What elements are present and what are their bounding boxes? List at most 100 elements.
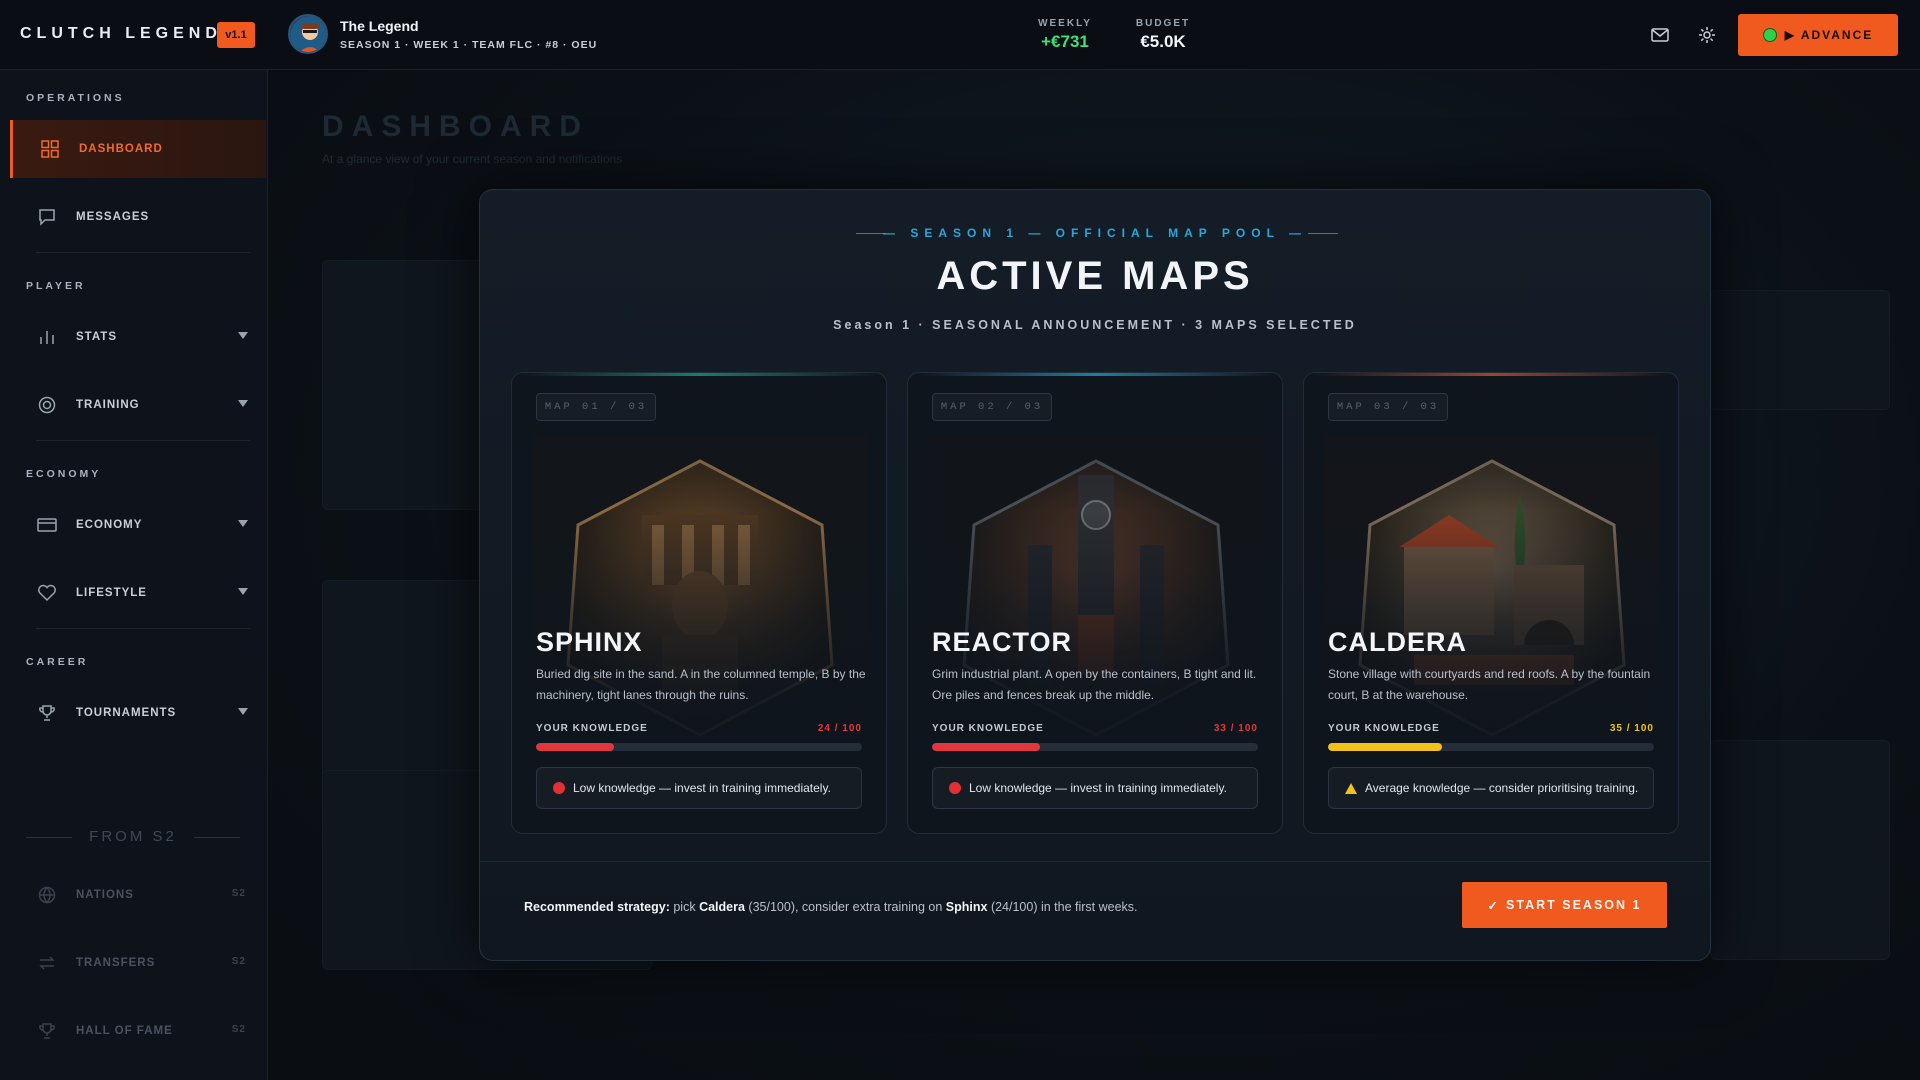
map-card-reactor[interactable]: MAP 02 / 03 REACTOR Grim industrial plan… [907, 372, 1283, 834]
status-dot-icon [1762, 28, 1777, 42]
start-label: START SEASON 1 [1506, 898, 1642, 912]
divider [36, 440, 250, 441]
chevron-down-icon [238, 520, 248, 527]
section-career: CAREER [26, 656, 89, 668]
red-dot-icon [949, 782, 961, 794]
advice-text: Low knowledge — invest in training immed… [969, 781, 1227, 795]
version-badge: v1.1 [217, 22, 255, 48]
chevron-down-icon [238, 708, 248, 715]
knowledge-advice: Low knowledge — invest in training immed… [536, 767, 862, 809]
map-description: Buried dig site in the sand. A in the co… [536, 667, 866, 702]
knowledge-bar-fill [1328, 743, 1443, 751]
knowledge-value: 24 / 100 [817, 723, 862, 734]
avatar[interactable] [288, 14, 328, 54]
weekly-value: +€731 [1041, 32, 1089, 51]
s2-badge: S2 [231, 888, 246, 899]
sidebar-item-label: NATIONS [76, 889, 134, 901]
active-maps-modal: — SEASON 1 — OFFICIAL MAP POOL — ACTIVE … [479, 189, 1711, 961]
sidebar-item-lifestyle[interactable]: LIFESTYLE [10, 564, 266, 622]
knowledge-value: 35 / 100 [1609, 723, 1654, 734]
card-fade [908, 373, 1282, 833]
modal-title: ACTIVE MAPS [936, 254, 1254, 298]
sidebar-item-label: HALL OF FAME [76, 1025, 173, 1037]
knowledge-bar-fill [536, 743, 615, 751]
bg-panel [1710, 290, 1890, 410]
knowledge-bar [536, 743, 862, 751]
bg-page-title: DASHBOARD [322, 110, 589, 143]
bg-page-subtitle: At a glance view of your current season … [322, 152, 623, 166]
map-name: CALDERA [1328, 627, 1467, 657]
knowledge-value: 33 / 100 [1213, 723, 1258, 734]
sidebar-item-label: DASHBOARD [79, 143, 163, 155]
map-description: Grim industrial plant. A open by the con… [932, 667, 1257, 702]
knowledge-advice: Low knowledge — invest in training immed… [932, 767, 1258, 809]
sidebar-item-label: STATS [76, 331, 117, 343]
sidebar-item-hall-of-fame: HALL OF FAME S2 [10, 1002, 266, 1060]
sidebar-item-tournaments[interactable]: TOURNAMENTS [10, 684, 266, 742]
strategy-map: Sphinx [945, 900, 988, 914]
app-brand: CLUTCH LEGEND [20, 25, 222, 42]
budget-value: €5.0K [1140, 32, 1186, 51]
from-s2-separator: FROM S2 [26, 828, 240, 845]
modal-subtitle: Season 1 · SEASONAL ANNOUNCEMENT · 3 MAP… [833, 318, 1357, 332]
knowledge-label: YOUR KNOWLEDGE [536, 723, 648, 734]
player-meta: SEASON 1 · WEEK 1 · TEAM FLC · #8 · OEU [340, 39, 598, 51]
bar-chart-icon [36, 326, 58, 348]
check-icon: ✓ [1487, 898, 1501, 913]
card-fade [1304, 373, 1678, 833]
trophy-icon [36, 702, 58, 724]
sidebar-item-training[interactable]: TRAINING [10, 376, 266, 434]
sidebar-item-label: TRAINING [76, 399, 140, 411]
map-tag: MAP 01 / 03 [536, 393, 656, 421]
map-tag: MAP 02 / 03 [932, 393, 1052, 421]
sidebar-item-dashboard[interactable]: DASHBOARD [10, 120, 266, 178]
weekly-label: WEEKLY [1038, 18, 1092, 29]
chat-icon [36, 206, 58, 228]
knowledge-bar [932, 743, 1258, 751]
sidebar-item-economy[interactable]: ECONOMY [10, 496, 266, 554]
sidebar-item-stats[interactable]: STATS [10, 308, 266, 366]
s2-badge: S2 [231, 956, 246, 967]
sidebar-item-label: TRANSFERS [76, 957, 156, 969]
s2-badge: S2 [231, 1024, 246, 1035]
map-card-sphinx[interactable]: MAP 01 / 03 SPHINX Buried dig site in th… [511, 372, 887, 834]
sidebar-item-label: MESSAGES [76, 211, 150, 223]
start-season-button[interactable]: ✓ START SEASON 1 [1462, 882, 1667, 928]
strategy-text: Recommended strategy: pick Caldera (35/1… [524, 900, 1138, 914]
target-icon [36, 394, 58, 416]
grid-icon [39, 138, 61, 160]
card-fade [512, 373, 886, 833]
advance-button[interactable]: ▶ ADVANCE [1738, 14, 1898, 56]
knowledge-bar [1328, 743, 1654, 751]
advice-text: Average knowledge — consider prioritisin… [1365, 781, 1639, 795]
knowledge-label: YOUR KNOWLEDGE [1328, 723, 1440, 734]
sidebar-item-label: TOURNAMENTS [76, 707, 177, 719]
chevron-down-icon [238, 588, 248, 595]
bg-panel [1710, 740, 1890, 960]
map-tag: MAP 03 / 03 [1328, 393, 1448, 421]
sidebar-item-messages[interactable]: MESSAGES [10, 188, 266, 246]
sidebar-item-label: LIFESTYLE [76, 587, 147, 599]
knowledge-advice: Average knowledge — consider prioritisin… [1328, 767, 1654, 809]
advice-text: Low knowledge — invest in training immed… [573, 781, 831, 795]
red-dot-icon [553, 782, 565, 794]
knowledge-bar-fill [932, 743, 1040, 751]
map-description: Stone village with courtyards and red ro… [1328, 667, 1651, 702]
trophy-icon [36, 1020, 58, 1042]
globe-icon [36, 884, 58, 906]
modal-footer-divider [480, 861, 1710, 862]
modal-kicker: — SEASON 1 — OFFICIAL MAP POOL — [882, 226, 1308, 240]
map-card-caldera[interactable]: MAP 03 / 03 CALDERA Stone village with c… [1303, 372, 1679, 834]
mail-icon[interactable] [1647, 22, 1673, 48]
strategy-label: Recommended strategy: [524, 900, 670, 914]
strategy-part: (35/100), consider extra training on [748, 900, 943, 914]
sidebar-item-label: ECONOMY [76, 519, 143, 531]
strategy-part: (24/100) in the first weeks. [990, 900, 1138, 914]
gear-icon[interactable] [1694, 22, 1720, 48]
map-name: REACTOR [932, 627, 1073, 657]
card-icon [36, 514, 58, 536]
section-operations: OPERATIONS [26, 92, 125, 104]
divider [36, 252, 250, 253]
strategy-part: pick [673, 900, 696, 914]
chevron-down-icon [238, 332, 248, 339]
